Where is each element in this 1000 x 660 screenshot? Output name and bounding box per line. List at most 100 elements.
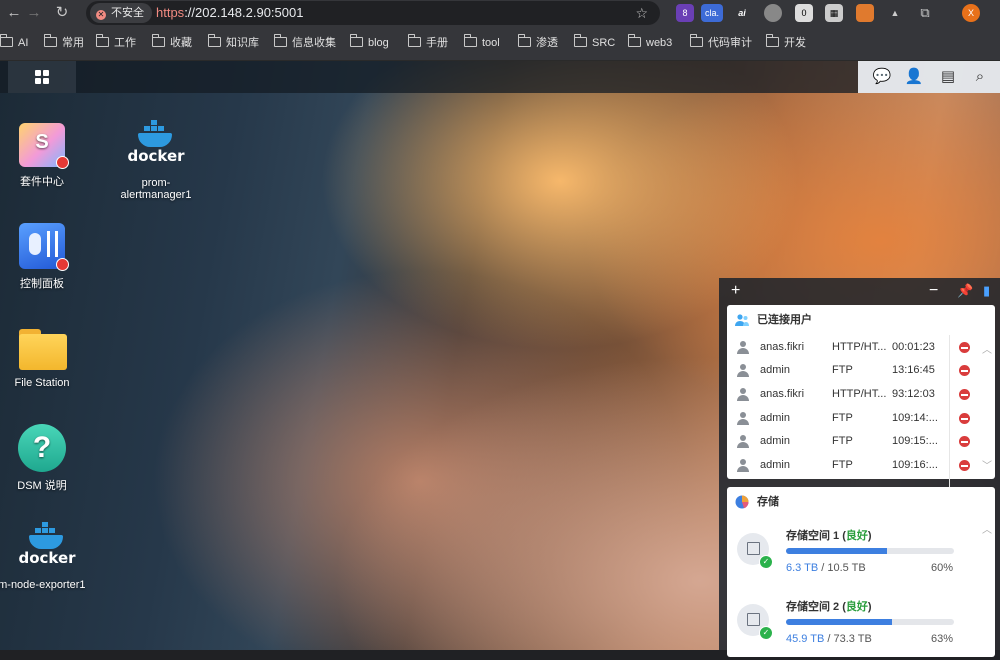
disconnect-icon[interactable] xyxy=(959,342,970,353)
security-indicator[interactable]: ✕ 不安全 xyxy=(90,3,152,23)
icon-label: 套件中心 xyxy=(20,176,64,188)
desktop-icon-package-center[interactable]: S 套件中心 xyxy=(0,119,90,189)
widget-panel: + − 📌 ▮ 已连接用户 anas.fikri HTTP/HT... 00:0… xyxy=(719,278,1000,657)
bookmark-folder[interactable]: web3 xyxy=(628,26,672,60)
user-avatar-icon xyxy=(737,341,749,354)
volume-row[interactable]: ✓ 存储空间 1 (良好) 6.3 TB / 10.5 TB 60% xyxy=(727,527,987,589)
usage-percent: 60% xyxy=(931,562,954,574)
extension-qr-icon[interactable]: ▦ xyxy=(825,4,843,22)
user-row: admin FTP 109:15:... xyxy=(727,430,995,453)
user-row: anas.fikri HTTP/HT... 93:12:03 xyxy=(727,383,995,406)
extension-hat-icon[interactable]: ▲ xyxy=(886,4,904,22)
folder-icon xyxy=(0,34,13,47)
scroll-up-icon[interactable]: ︿ xyxy=(982,341,992,356)
folder-icon xyxy=(17,323,67,373)
disconnect-icon[interactable] xyxy=(959,365,970,376)
extension-fox-icon[interactable] xyxy=(856,4,874,22)
desktop-icon-file-station[interactable]: File Station xyxy=(0,323,90,389)
extensions-puzzle-icon[interactable]: ⧉ xyxy=(916,4,934,22)
folder-icon xyxy=(408,34,421,47)
bookmark-folder[interactable]: blog xyxy=(350,26,389,60)
folder-icon xyxy=(44,34,57,47)
folder-icon xyxy=(690,34,703,47)
folder-icon xyxy=(518,34,531,47)
disconnect-icon[interactable] xyxy=(959,413,970,424)
folder-icon xyxy=(274,34,287,47)
extension-badge-icon[interactable]: 8 xyxy=(676,4,694,22)
volume-title: 存储空间 2 (良好) xyxy=(786,601,872,613)
widget-toggle-icon[interactable]: ▮ xyxy=(983,280,990,302)
address-bar[interactable]: ✕ 不安全 https://202.148.2.90:5001 ☆ xyxy=(86,1,660,25)
pin-icon[interactable]: 📌 xyxy=(957,280,973,302)
user-avatar-icon xyxy=(737,388,749,401)
widgets-icon[interactable]: ▤ xyxy=(938,67,958,87)
bookmark-folder[interactable]: tool xyxy=(464,26,500,60)
user-avatar-icon xyxy=(737,459,749,472)
bookmarks-bar: AI 常用 工作 收藏 知识库 信息收集 blog 手册 tool 渗透 SRC… xyxy=(0,26,1000,61)
widget-toolbar: + − 📌 ▮ xyxy=(719,278,1000,304)
folder-icon xyxy=(152,34,165,47)
bookmark-folder[interactable]: 信息收集 xyxy=(274,26,336,60)
folder-icon xyxy=(464,34,477,47)
bookmark-folder[interactable]: 常用 xyxy=(44,26,84,60)
profile-avatar[interactable]: X xyxy=(962,4,980,22)
bookmark-folder[interactable]: 知识库 xyxy=(208,26,259,60)
extension-ai-icon[interactable]: ai xyxy=(733,4,751,22)
extension-cla-icon[interactable]: cla. xyxy=(701,4,723,22)
volume-title: 存储空间 1 (良好) xyxy=(786,530,872,542)
url-text[interactable]: https://202.148.2.90:5001 xyxy=(156,1,303,25)
minimize-icon[interactable]: − xyxy=(929,280,938,302)
capacity-text: 45.9 TB / 73.3 TB xyxy=(786,633,872,645)
scroll-down-icon[interactable]: ﹀ xyxy=(982,457,992,472)
disconnect-icon[interactable] xyxy=(959,389,970,400)
main-menu-button[interactable] xyxy=(8,61,76,93)
forward-arrow-icon[interactable]: → xyxy=(24,3,44,23)
storage-card: 存储 ︿ ✓ 存储空间 1 (良好) 6.3 TB / 10.5 TB 60% … xyxy=(727,487,995,657)
desktop-icon-prom-alertmanager[interactable]: docker prom-alertmanager1 xyxy=(108,120,204,201)
help-icon: ? xyxy=(17,423,67,473)
package-center-icon: S xyxy=(17,119,69,169)
user-avatar-icon xyxy=(737,364,749,377)
grid-icon xyxy=(35,70,49,84)
search-icon[interactable]: ⌕ xyxy=(970,67,990,87)
icon-label: DSM 说明 xyxy=(17,480,67,492)
control-panel-icon xyxy=(17,221,69,271)
folder-icon xyxy=(96,34,109,47)
extension-globe-icon[interactable] xyxy=(764,4,782,22)
desktop-icon-node-exporter[interactable]: docker om-node-exporter1 xyxy=(0,522,102,591)
folder-icon xyxy=(208,34,221,47)
extension-counter-icon[interactable]: 0 xyxy=(795,4,813,22)
security-label: 不安全 xyxy=(111,7,144,19)
icon-label: prom-alertmanager1 xyxy=(120,177,192,201)
disconnect-icon[interactable] xyxy=(959,436,970,447)
bookmark-folder[interactable]: 开发 xyxy=(766,26,806,60)
folder-icon xyxy=(350,34,363,47)
folder-icon xyxy=(766,34,779,47)
user-row: admin FTP 109:16:... xyxy=(727,454,995,477)
bookmark-folder[interactable]: SRC xyxy=(574,26,615,60)
bookmark-star-icon[interactable]: ☆ xyxy=(635,1,648,25)
user-icon[interactable]: 👤 xyxy=(904,67,924,87)
usage-percent: 63% xyxy=(931,633,954,645)
notification-chat-icon[interactable]: 💬 xyxy=(872,67,892,87)
usage-fill xyxy=(786,548,887,554)
bookmark-folder[interactable]: 手册 xyxy=(408,26,448,60)
reload-icon[interactable]: ↻ xyxy=(52,3,72,23)
user-avatar-icon xyxy=(737,435,749,448)
connected-users-card: 已连接用户 anas.fikri HTTP/HT... 00:01:23 adm… xyxy=(727,305,995,507)
bookmark-folder[interactable]: 渗透 xyxy=(518,26,558,60)
bookmark-folder[interactable]: 工作 xyxy=(96,26,136,60)
bookmark-folder[interactable]: 收藏 xyxy=(152,26,192,60)
system-tray: 💬 👤 ▤ ⌕ xyxy=(858,61,1000,93)
user-row: admin FTP 109:14:... xyxy=(727,407,995,430)
desktop-icon-control-panel[interactable]: 控制面板 xyxy=(0,221,90,291)
desktop-icon-dsm-help[interactable]: ? DSM 说明 xyxy=(0,423,90,493)
volume-row[interactable]: ✓ 存储空间 2 (良好) 45.9 TB / 73.3 TB 63% xyxy=(727,598,987,660)
icon-label: om-node-exporter1 xyxy=(0,579,86,591)
usage-bar xyxy=(786,619,954,625)
bookmark-folder[interactable]: 代码审计 xyxy=(690,26,752,60)
disconnect-icon[interactable] xyxy=(959,460,970,471)
back-arrow-icon[interactable]: ← xyxy=(4,3,24,23)
bookmark-folder[interactable]: AI xyxy=(0,26,28,60)
add-widget-icon[interactable]: + xyxy=(731,280,740,302)
